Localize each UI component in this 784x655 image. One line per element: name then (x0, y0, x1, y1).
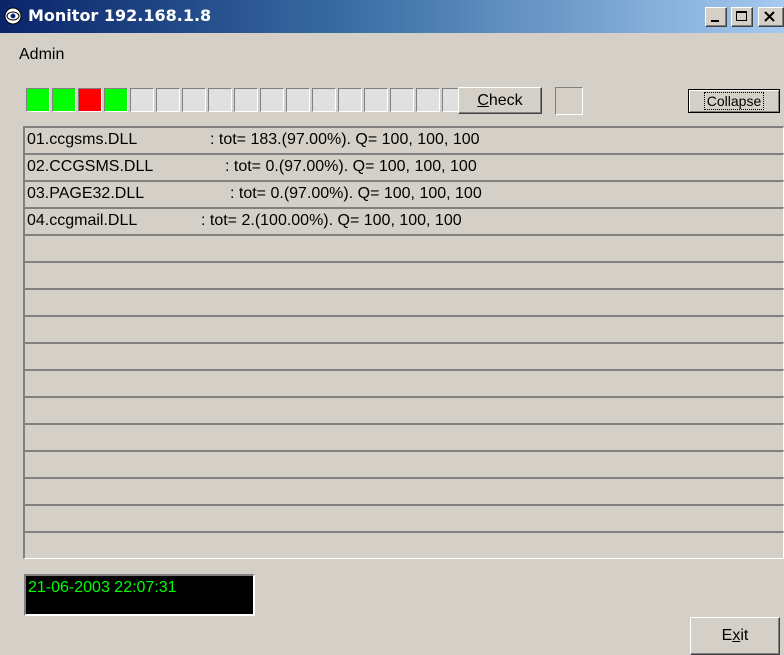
dll-name: 01.ccgsms.DLL (27, 131, 138, 148)
minimize-button[interactable] (705, 7, 727, 27)
list-item[interactable] (23, 261, 784, 289)
list-item[interactable]: 02.CCGSMS.DLL : tot= 0.(97.00%). Q= 100, … (23, 153, 784, 181)
list-item[interactable] (23, 396, 784, 424)
check-button-label: heck (488, 91, 523, 109)
minimize-icon (711, 20, 719, 22)
exit-button-label-end: it (740, 627, 749, 644)
dll-name: 03.PAGE32.DLL (27, 185, 145, 202)
indicator-cell-9 (234, 88, 258, 112)
indicator-cell-14 (364, 88, 388, 112)
dll-stats: : tot= 0.(97.00%). Q= 100, 100, 100 (230, 185, 482, 202)
indicator-cell-7 (182, 88, 206, 112)
dll-stats: : tot= 2.(100.00%). Q= 100, 100, 100 (201, 212, 462, 229)
title-bar[interactable]: Monitor 192.168.1.8 (0, 0, 784, 33)
indicator-cell-15 (390, 88, 414, 112)
menu-admin[interactable]: Admin (19, 45, 64, 65)
indicator-cell-8 (208, 88, 232, 112)
collapse-button-label: Collapse (703, 92, 765, 110)
list-item[interactable]: 03.PAGE32.DLL : tot= 0.(97.00%). Q= 100, … (23, 180, 784, 208)
indicator-cell-12 (312, 88, 336, 112)
list-item[interactable] (23, 450, 784, 478)
indicator-cell-11 (286, 88, 310, 112)
list-item[interactable] (23, 504, 784, 532)
list-item[interactable] (23, 234, 784, 262)
exit-button[interactable]: Exit (690, 617, 780, 655)
indicator-cell-5 (130, 88, 154, 112)
maximize-button[interactable] (731, 7, 753, 27)
list-item[interactable] (23, 315, 784, 343)
dll-name: 04.ccgmail.DLL (27, 212, 138, 229)
indicator-cell-10 (260, 88, 284, 112)
list-item[interactable] (23, 423, 784, 451)
indicator-cell-4 (104, 88, 128, 112)
list-item[interactable] (23, 369, 784, 397)
menu-bar: Admin (0, 33, 784, 73)
dll-name: 02.CCGSMS.DLL (27, 158, 154, 175)
list-item[interactable] (23, 477, 784, 505)
indicator-cell-2 (52, 88, 76, 112)
indicator-cell-16 (416, 88, 440, 112)
indicator-cell-13 (338, 88, 362, 112)
list-item[interactable]: 04.ccgmail.DLL : tot= 2.(100.00%). Q= 100… (23, 207, 784, 235)
status-box (555, 87, 583, 115)
datetime-display: 21-06-2003 22:07:31 (24, 574, 255, 616)
eye-icon[interactable] (4, 7, 22, 25)
dll-status-list: 01.ccgsms.DLL : tot= 183.(97.00%). Q= 100… (23, 126, 784, 562)
indicator-cell-1 (26, 88, 50, 112)
check-button[interactable]: Check (458, 87, 542, 114)
list-item[interactable] (23, 342, 784, 370)
list-item[interactable] (23, 531, 784, 559)
dll-stats: : tot= 0.(97.00%). Q= 100, 100, 100 (225, 158, 477, 175)
indicator-cell-3 (78, 88, 102, 112)
exit-button-label-start: E (721, 627, 733, 644)
check-button-mnemonic: C (477, 91, 489, 109)
window-title: Monitor 192.168.1.8 (28, 6, 212, 25)
list-item[interactable] (23, 288, 784, 316)
close-icon (764, 11, 775, 22)
dll-stats: : tot= 183.(97.00%). Q= 100, 100, 100 (210, 131, 480, 148)
collapse-button[interactable]: Collapse (688, 89, 780, 113)
close-button[interactable] (758, 7, 784, 27)
maximize-icon (736, 11, 747, 21)
list-item[interactable]: 01.ccgsms.DLL : tot= 183.(97.00%). Q= 100… (23, 126, 784, 154)
indicator-cell-6 (156, 88, 180, 112)
